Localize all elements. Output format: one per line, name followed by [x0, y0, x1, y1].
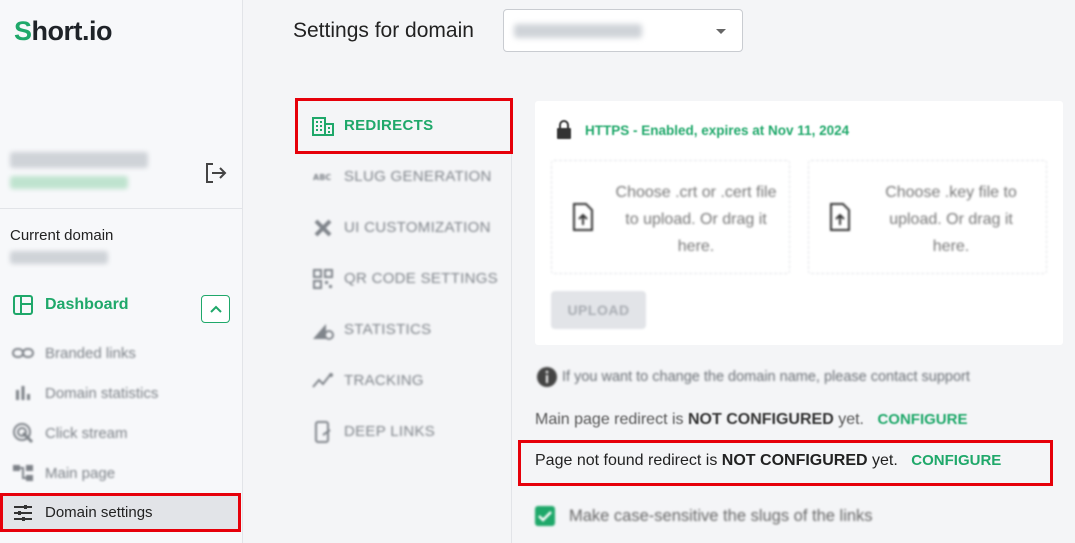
- chart-gear-icon: [311, 318, 334, 341]
- highlight-box-not-found-redirect: [518, 440, 1053, 486]
- info-text: If you want to change the domain name, p…: [562, 369, 970, 385]
- sidebar-item-branded-links[interactable]: Branded links: [12, 338, 136, 368]
- account-info: [10, 152, 235, 197]
- checkmark-icon: [538, 511, 552, 522]
- tab-label: UI CUSTOMIZATION: [344, 219, 491, 236]
- highlight-box-domain-settings: [0, 493, 241, 532]
- page-title: Settings for domain: [293, 19, 474, 42]
- sidebar-item-label: Branded links: [45, 344, 136, 362]
- logout-icon: [206, 163, 227, 183]
- file-upload-icon: [573, 203, 593, 231]
- app-root: Short.io Current domain Dashboard Brande…: [0, 0, 1075, 543]
- tab-label: STATISTICS: [344, 321, 432, 338]
- account-name-blurred: [10, 152, 148, 168]
- logout-button[interactable]: [204, 162, 228, 184]
- highlight-box-redirects-tab: [295, 98, 513, 154]
- file-upload-icon: [830, 203, 850, 231]
- logo[interactable]: Short.io: [14, 16, 113, 47]
- info-icon: [537, 367, 557, 387]
- upload-button[interactable]: UPLOAD: [551, 291, 646, 329]
- sidebar-item-click-stream[interactable]: Click stream: [12, 418, 128, 448]
- current-domain-label: Current domain: [10, 227, 114, 244]
- main-redirect-suffix: yet.: [838, 411, 864, 428]
- abc-icon: ABC: [311, 165, 334, 188]
- tab-ui-customization[interactable]: UI CUSTOMIZATION: [311, 216, 491, 239]
- dashboard-icon: [13, 295, 33, 315]
- case-sensitive-label: Make case-sensitive the slugs of the lin…: [569, 506, 873, 525]
- lock-icon: [557, 120, 571, 139]
- tab-statistics[interactable]: STATISTICS: [311, 318, 431, 341]
- main-redirect-prefix: Main page redirect is: [535, 411, 684, 428]
- dashboard-label: Dashboard: [45, 296, 129, 313]
- current-domain-value-blurred: [10, 251, 108, 264]
- https-status-text: HTTPS - Enabled, expires at Nov 11, 2024: [585, 122, 850, 138]
- case-sensitive-setting[interactable]: Make case-sensitive the slugs of the lin…: [535, 506, 873, 526]
- main-page-redirect-row: Main page redirect is NOT CONFIGURED yet…: [535, 411, 967, 429]
- key-file-dropzone[interactable]: Choose .key file to upload. Or drag it h…: [808, 160, 1047, 274]
- tabs-divider: [511, 100, 512, 543]
- https-status: HTTPS - Enabled, expires at Nov 11, 2024: [555, 120, 849, 140]
- tools-icon: [311, 216, 334, 239]
- svg-text:ABC: ABC: [313, 173, 331, 182]
- tracking-icon: [311, 369, 334, 392]
- tab-deep-links[interactable]: DEEP LINKS: [311, 420, 435, 443]
- mobile-link-icon: [311, 420, 334, 443]
- sidebar-item-main-page[interactable]: Main page: [12, 458, 115, 488]
- dashboard-collapse-button[interactable]: [201, 295, 230, 323]
- tab-label: TRACKING: [344, 372, 424, 389]
- tab-label: DEEP LINKS: [344, 423, 436, 440]
- domain-select[interactable]: [503, 9, 743, 52]
- sidebar-item-dashboard[interactable]: Dashboard: [12, 294, 129, 316]
- sidebar-item-label: Domain statistics: [45, 384, 159, 402]
- sidebar-item-label: Click stream: [45, 424, 128, 442]
- key-dropzone-text: Choose .key file to upload. Or drag it h…: [885, 184, 1017, 255]
- tab-slug-generation[interactable]: ABC SLUG GENERATION: [311, 165, 492, 188]
- tab-label: SLUG GENERATION: [344, 168, 492, 185]
- logo-text: hort.io: [31, 16, 113, 46]
- main-redirect-status: NOT CONFIGURED: [687, 411, 834, 428]
- cert-dropzone-text: Choose .crt or .cert file to upload. Or …: [615, 184, 777, 255]
- tab-tracking[interactable]: TRACKING: [311, 369, 424, 392]
- logo-mark: S: [14, 16, 32, 46]
- domain-select-value-blurred: [514, 24, 642, 38]
- tab-qr-code-settings[interactable]: QR CODE SETTINGS: [311, 267, 498, 290]
- qr-code-icon: [311, 267, 334, 290]
- account-email-blurred: [10, 176, 128, 189]
- case-sensitive-checkbox[interactable]: [535, 506, 555, 526]
- cert-file-dropzone[interactable]: Choose .crt or .cert file to upload. Or …: [551, 160, 790, 274]
- main-redirect-configure-link[interactable]: CONFIGURE: [877, 411, 967, 428]
- sidebar-item-domain-statistics[interactable]: Domain statistics: [12, 378, 158, 408]
- domain-change-info: If you want to change the domain name, p…: [536, 366, 970, 388]
- bar-chart-icon: [12, 382, 34, 404]
- click-stream-icon: [12, 422, 34, 444]
- sidebar-item-label: Main page: [45, 464, 116, 482]
- sidebar-divider: [0, 208, 243, 209]
- chevron-up-icon: [209, 305, 222, 313]
- tab-label: QR CODE SETTINGS: [344, 270, 498, 287]
- sidebar: Short.io Current domain Dashboard Brande…: [0, 0, 243, 543]
- link-icon: [12, 342, 34, 364]
- caret-down-icon: [716, 29, 726, 34]
- main-page-icon: [12, 462, 34, 484]
